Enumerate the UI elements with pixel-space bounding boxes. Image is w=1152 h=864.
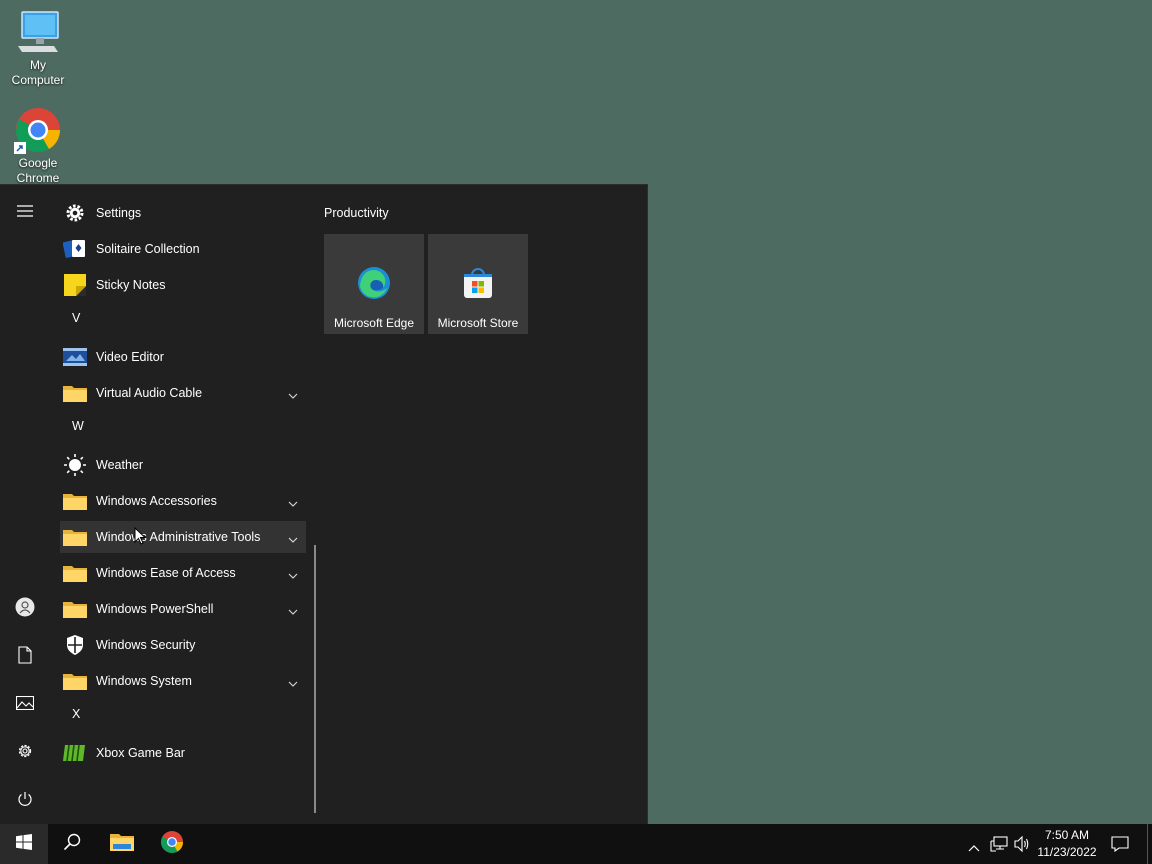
chevron-down-icon[interactable]: [288, 388, 298, 402]
app-item-label: Windows Security: [96, 638, 196, 652]
desktop-icon-google-chrome[interactable]: Google Chrome: [2, 106, 74, 186]
chrome-taskbar-button[interactable]: [148, 824, 196, 864]
app-item-windows-powershell[interactable]: Windows PowerShell: [60, 593, 306, 625]
hamburger-icon: [17, 204, 33, 222]
folder-icon: [63, 381, 87, 405]
app-item-label: Video Editor: [96, 350, 164, 364]
folder-icon: [63, 489, 87, 513]
power-button[interactable]: [0, 781, 50, 821]
app-item-windows-accessories[interactable]: Windows Accessories: [60, 485, 306, 517]
tile-microsoft-store[interactable]: Microsoft Store: [428, 234, 528, 334]
app-item-label: Solitaire Collection: [96, 242, 200, 256]
gear-icon: [16, 742, 34, 765]
start-button[interactable]: [0, 824, 48, 864]
chevron-down-icon[interactable]: [288, 532, 298, 546]
desktop-icon-my-computer[interactable]: My Computer: [2, 8, 74, 88]
letter-header-x[interactable]: X: [72, 707, 80, 721]
app-item-label: Virtual Audio Cable: [96, 386, 203, 400]
app-item-weather[interactable]: Weather: [60, 449, 306, 481]
clock-time: 7:50 AM: [1044, 828, 1090, 842]
app-item-label: Windows Administrative Tools: [96, 530, 261, 544]
app-item-sticky-notes[interactable]: Sticky Notes: [60, 269, 306, 301]
app-item-xbox-game-bar[interactable]: Xbox Game Bar: [60, 737, 306, 769]
search-icon: [63, 833, 81, 856]
tile-label: Microsoft Store: [437, 316, 519, 330]
taskbar-clock[interactable]: 7:50 AM 11/23/2022: [1030, 827, 1104, 861]
app-item-windows-system[interactable]: Windows System: [60, 665, 306, 697]
chevron-up-icon[interactable]: [968, 839, 980, 857]
user-icon: [15, 597, 35, 622]
app-item-video-editor[interactable]: Video Editor: [60, 341, 306, 373]
sun-icon: [63, 453, 87, 477]
app-item-virtual-audio-cable[interactable]: Virtual Audio Cable: [60, 377, 306, 409]
notification-icon[interactable]: [1111, 836, 1129, 857]
expand-menu-button[interactable]: [0, 193, 50, 233]
app-item-label: Settings: [96, 206, 142, 220]
video-icon: [63, 345, 87, 369]
app-item-label: Windows Ease of Access: [96, 566, 236, 580]
folder-icon: [63, 525, 87, 549]
app-item-settings[interactable]: Settings: [60, 197, 306, 229]
edge-icon: [357, 266, 391, 300]
mouse-cursor: [134, 526, 147, 551]
tile-microsoft-edge[interactable]: Microsoft Edge: [324, 234, 424, 334]
power-icon: [17, 791, 33, 812]
xbox-game-bar-icon: [63, 741, 87, 765]
chevron-down-icon[interactable]: [288, 676, 298, 690]
search-button[interactable]: [48, 824, 96, 864]
app-item-label: Windows Accessories: [96, 494, 217, 508]
chrome-icon: [160, 830, 184, 859]
folder-icon: [110, 832, 134, 857]
app-item-label: Windows PowerShell: [96, 602, 214, 616]
chevron-down-icon[interactable]: [288, 496, 298, 510]
folder-icon: [63, 669, 87, 693]
start-menu-rail: [0, 185, 50, 824]
start-menu: Settings Solitaire Collection Sticky Not…: [0, 184, 648, 824]
app-item-windows-ease-of-access[interactable]: Windows Ease of Access: [60, 557, 306, 589]
cards-icon: [63, 237, 87, 261]
app-list-scrollbar[interactable]: [314, 545, 316, 813]
pictures-icon: [15, 695, 35, 715]
documents-button[interactable]: [0, 637, 50, 677]
app-item-solitaire-collection[interactable]: Solitaire Collection: [60, 233, 306, 265]
volume-icon[interactable]: [1014, 835, 1030, 857]
account-button[interactable]: [0, 589, 50, 629]
letter-header-w[interactable]: W: [72, 419, 84, 433]
desktop-icon-label: Google Chrome: [16, 156, 60, 185]
clock-date: 11/23/2022: [1037, 845, 1097, 859]
app-item-label: Xbox Game Bar: [96, 746, 185, 760]
taskbar: 7:50 AM 11/23/2022: [0, 824, 1152, 864]
desktop-icon-label: My Computer: [11, 58, 65, 87]
app-item-label: Windows System: [96, 674, 192, 688]
settings-button[interactable]: [0, 733, 50, 773]
sticky-note-icon: [63, 273, 87, 297]
windows-logo-icon: [16, 833, 32, 855]
chrome-icon: [14, 106, 62, 154]
gear-icon: [63, 201, 87, 225]
app-item-windows-administrative-tools[interactable]: Windows Administrative Tools: [60, 521, 306, 553]
chevron-down-icon[interactable]: [288, 568, 298, 582]
folder-icon: [63, 597, 87, 621]
computer-icon: [14, 8, 62, 56]
file-explorer-button[interactable]: [98, 824, 146, 864]
shield-icon: [63, 633, 87, 657]
document-icon: [18, 645, 32, 669]
app-item-label: Sticky Notes: [96, 278, 166, 292]
app-item-windows-security[interactable]: Windows Security: [60, 629, 306, 661]
letter-header-v[interactable]: V: [72, 311, 80, 325]
store-icon: [461, 266, 495, 300]
show-desktop-button[interactable]: [1147, 824, 1148, 864]
network-icon[interactable]: [990, 836, 1008, 857]
folder-icon: [63, 561, 87, 585]
tile-label: Microsoft Edge: [333, 316, 415, 330]
tiles-group-header[interactable]: Productivity: [324, 206, 389, 220]
pictures-button[interactable]: [0, 685, 50, 725]
app-item-label: Weather: [96, 458, 144, 472]
chevron-down-icon[interactable]: [288, 604, 298, 618]
